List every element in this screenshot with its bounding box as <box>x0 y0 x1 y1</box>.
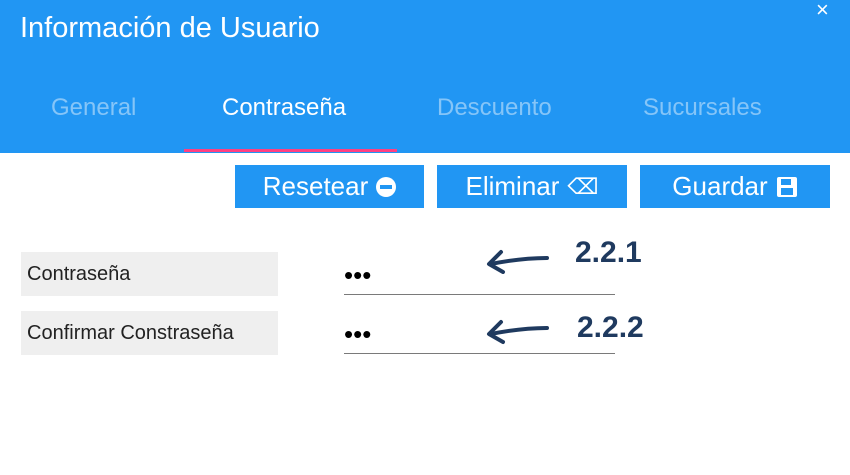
delete-button-label: Eliminar <box>465 171 560 201</box>
annotation-label-1: 2.2.1 <box>575 236 642 269</box>
delete-button[interactable]: Eliminar ⌫ <box>437 165 627 208</box>
close-icon[interactable]: × <box>816 0 829 21</box>
reset-button[interactable]: Resetear <box>235 165 424 208</box>
tab-sucursales[interactable]: Sucursales <box>643 94 762 122</box>
save-button-label: Guardar <box>672 171 768 201</box>
active-tab-indicator <box>184 149 397 152</box>
backspace-icon: ⌫ <box>567 174 599 199</box>
reset-button-label: Resetear <box>262 171 369 201</box>
confirm-password-label: Confirmar Constraseña <box>21 311 278 355</box>
confirm-password-field[interactable] <box>344 315 615 354</box>
tab-general[interactable]: General <box>51 94 136 122</box>
password-label: Contraseña <box>21 252 278 296</box>
dialog-header: Información de Usuario × General Contras… <box>0 0 850 153</box>
save-button[interactable]: Guardar <box>640 165 830 208</box>
annotation-arrow-icon <box>487 320 549 344</box>
floppy-disk-icon <box>776 176 797 197</box>
annotation-arrow-icon <box>487 250 549 274</box>
annotation-label-2: 2.2.2 <box>577 311 644 344</box>
dialog-title: Información de Usuario <box>20 12 320 44</box>
tab-contrasena[interactable]: Contraseña <box>222 94 346 122</box>
tab-descuento[interactable]: Descuento <box>437 94 552 122</box>
minus-circle-icon <box>376 176 397 197</box>
